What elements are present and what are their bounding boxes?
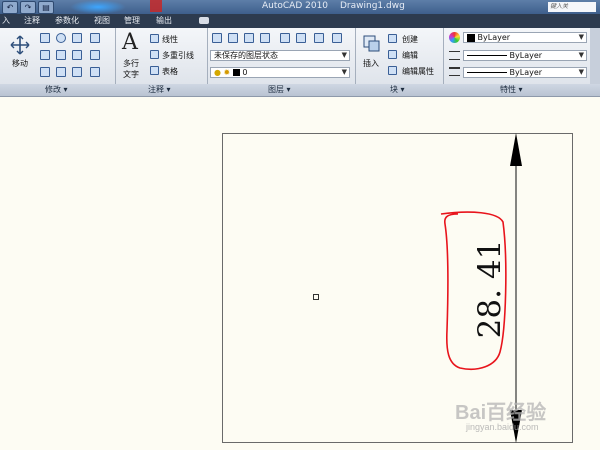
watermark-logo: Bai百经验 bbox=[455, 402, 547, 424]
dimension-arrow-top bbox=[510, 133, 522, 166]
dimension-text[interactable]: 28. 41 bbox=[472, 209, 508, 369]
cursor-pickbox bbox=[313, 294, 319, 300]
watermark-url: jingyan.baidu.com bbox=[466, 422, 539, 432]
drawing-overlay bbox=[313, 133, 522, 443]
